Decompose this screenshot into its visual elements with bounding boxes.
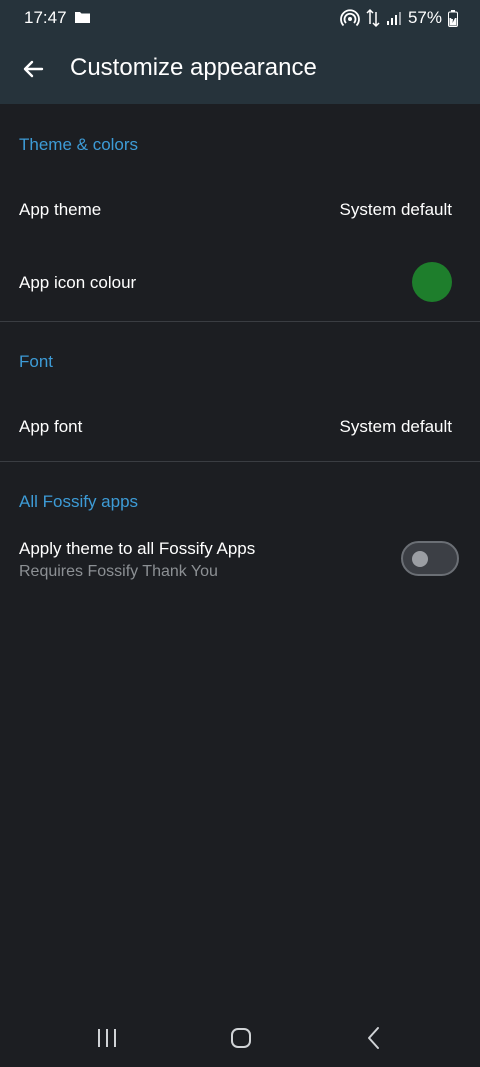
- app-theme-label: App theme: [19, 200, 102, 219]
- battery-icon: [448, 9, 458, 27]
- signal-icon: [386, 12, 401, 25]
- divider: [0, 321, 480, 322]
- app-theme-row[interactable]: App theme System default: [0, 180, 480, 240]
- app-font-label: App font: [19, 417, 83, 436]
- data-arrows-icon: [366, 8, 380, 28]
- hotspot-icon: [340, 9, 360, 27]
- arrow-left-icon[interactable]: [18, 54, 48, 84]
- page-title: Customize appearance: [70, 54, 317, 81]
- battery-percent: 57%: [407, 8, 442, 27]
- navigation-bar: [0, 1004, 480, 1067]
- section-header-font: Font: [19, 352, 54, 371]
- recents-icon[interactable]: [96, 1028, 118, 1048]
- divider: [0, 461, 480, 462]
- folder-icon: [75, 12, 90, 23]
- section-header-all-apps: All Fossify apps: [19, 492, 139, 511]
- apply-theme-label: Apply theme to all Fossify Apps: [19, 539, 256, 558]
- app-bar: Customize appearance: [0, 36, 480, 104]
- back-icon[interactable]: [366, 1026, 382, 1050]
- status-icons: 57%: [340, 7, 458, 29]
- home-icon[interactable]: [230, 1027, 252, 1049]
- apply-theme-toggle[interactable]: [401, 541, 459, 576]
- app-font-value: System default: [339, 417, 452, 436]
- status-time: 17:47: [24, 8, 67, 27]
- section-header-theme: Theme & colors: [19, 135, 139, 154]
- app-theme-value: System default: [339, 200, 452, 219]
- app-font-row[interactable]: App font System default: [0, 397, 480, 457]
- app-icon-colour-swatch[interactable]: [412, 262, 452, 302]
- app-icon-colour-label: App icon colour: [19, 273, 137, 292]
- status-bar: 17:47 57%: [0, 0, 480, 36]
- screen: 17:47 57% Customize appearance Theme & c…: [0, 0, 480, 1067]
- app-icon-colour-row[interactable]: App icon colour: [0, 250, 480, 314]
- apply-theme-subtitle: Requires Fossify Thank You: [19, 563, 218, 580]
- toggle-knob: [412, 551, 428, 567]
